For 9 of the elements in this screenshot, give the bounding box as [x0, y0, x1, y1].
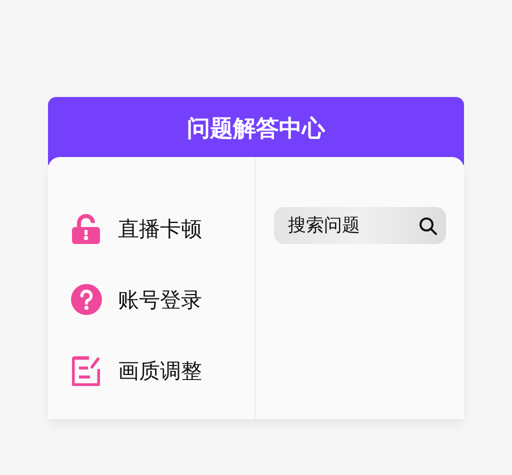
header-title: 问题解答中心	[187, 115, 325, 144]
search-icon[interactable]	[418, 216, 438, 236]
edit-note-icon	[72, 356, 100, 386]
search-input[interactable]: 搜索问题	[288, 212, 408, 239]
menu-item[interactable]: 直播卡顿	[70, 213, 255, 244]
help-icon	[70, 284, 102, 315]
menu-item[interactable]: 画质调整	[70, 355, 255, 386]
search-field[interactable]: 搜索问题	[274, 207, 446, 244]
menu-item[interactable]: 账号登录	[70, 284, 255, 315]
